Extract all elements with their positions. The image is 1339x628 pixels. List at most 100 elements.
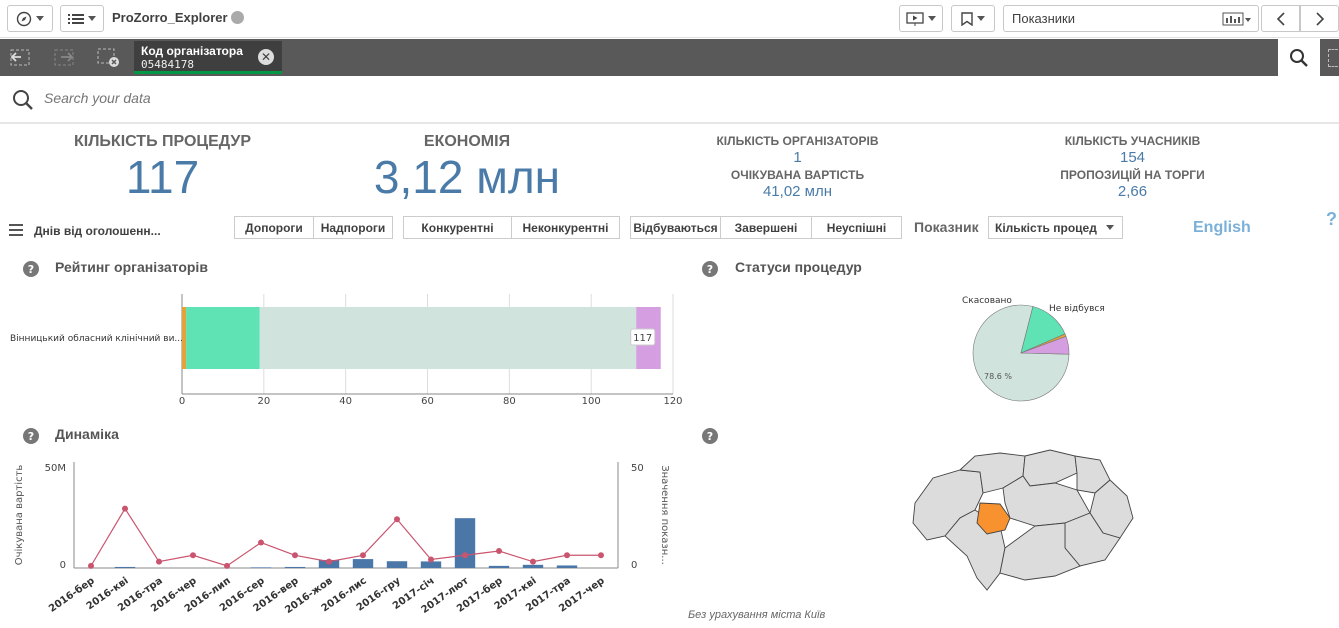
rating-x-tick-label: 0: [179, 396, 185, 407]
dyn-bar[interactable]: [352, 559, 374, 568]
dyn-line-point[interactable]: [496, 548, 502, 555]
kpi-expected-value: 41,02 млн: [762, 183, 833, 200]
next-sheet-button[interactable]: [1300, 5, 1339, 32]
language-switch-link[interactable]: English: [1193, 219, 1251, 237]
dyn-bar[interactable]: [556, 565, 578, 568]
map-regions: [912, 449, 1134, 591]
dyn-line-point[interactable]: [156, 558, 162, 565]
indicator-dropdown[interactable]: Кількість процед: [988, 216, 1123, 239]
more-selections-edge: [1328, 49, 1338, 67]
dyn-bar[interactable]: [284, 566, 306, 568]
dyn-line-point[interactable]: [122, 505, 128, 512]
ukraine-region-map[interactable]: [905, 448, 1140, 603]
dyn-line-point[interactable]: [88, 562, 94, 569]
rating-x-tick-label: 100: [582, 396, 601, 407]
help-icon[interactable]: ?: [23, 261, 39, 277]
rating-x-tick-label: 120: [663, 396, 682, 407]
rating-x-tick-label: 40: [339, 396, 352, 407]
dyn-bar[interactable]: [488, 565, 510, 568]
sheet-name: Показники: [1012, 11, 1075, 26]
filter-unsuccessful[interactable]: Неуспішні: [811, 216, 902, 239]
navigation-button[interactable]: [7, 5, 53, 32]
more-icon: [230, 11, 244, 24]
help-link[interactable]: ?: [1326, 209, 1337, 230]
list-icon: [68, 13, 84, 24]
pie-data-label: 78.6 %: [984, 372, 1012, 381]
kpi-organizers-value: 1: [793, 149, 802, 166]
help-icon[interactable]: ?: [702, 428, 718, 444]
dyn-bar[interactable]: [114, 566, 136, 568]
redo-selection-icon: [54, 49, 74, 66]
chevron-left-icon: [1276, 11, 1285, 26]
toolbar: ProZorro_Explorer Показники: [0, 0, 1339, 38]
dynamics-combo-chart[interactable]: 50M 0 50 0 Очікувана вартість Значення показн…: [0, 450, 690, 628]
selection-field-value: 05484178: [141, 58, 194, 71]
filter-completed[interactable]: Завершені: [720, 216, 812, 239]
kpi-organizers-title: КІЛЬКІСТЬ ОРГАНІЗАТОРІВ: [716, 134, 879, 148]
clear-selections-icon: [97, 48, 119, 67]
dyn-line-point[interactable]: [224, 562, 230, 569]
previous-sheet-button[interactable]: [1261, 5, 1300, 32]
step-forward-button[interactable]: [51, 45, 77, 69]
kpi-expected-title: ОЧІКУВАНА ВАРТІСТЬ: [730, 168, 865, 182]
organizers-rating-chart[interactable]: 0 20 40 60 80 100 120 Вінницький обласний кліні…: [0, 282, 690, 412]
days-filter[interactable]: Днів від оголошенн...: [34, 224, 161, 238]
dyn-bar[interactable]: [454, 518, 476, 568]
selections-bar: Код організатора 05484178 ✕: [0, 39, 1339, 76]
kpi-procedures-title: КІЛЬКІСТЬ ПРОЦЕДУР: [73, 133, 251, 150]
dyn-line-point[interactable]: [360, 552, 366, 559]
dyn-bar[interactable]: [250, 567, 272, 568]
dyn-bar[interactable]: [522, 564, 544, 568]
dyn-line-point[interactable]: [462, 552, 468, 559]
app-title[interactable]: ProZorro_Explorer: [112, 10, 244, 25]
dyn-y-tick-label: 0: [60, 560, 66, 571]
rating-total-label: 117: [633, 333, 652, 344]
rating-panel-title: Рейтинг організаторів: [55, 259, 208, 275]
dyn-line-point[interactable]: [292, 552, 298, 559]
filter-ongoing[interactable]: Відбуваються: [630, 216, 721, 239]
rating-bar-segment-2[interactable]: [259, 307, 637, 369]
dyn-bar[interactable]: [386, 561, 408, 568]
filter-noncompetitive[interactable]: Неконкурентні: [511, 216, 620, 239]
filter-below-threshold[interactable]: Допороги: [234, 216, 314, 239]
dynamics-panel-title: Динаміка: [55, 426, 119, 442]
rating-bar-segment-1[interactable]: [186, 307, 260, 369]
dyn-line-point[interactable]: [530, 558, 536, 565]
dyn-line-point[interactable]: [428, 556, 434, 563]
map-note: Без урахування міста Київ: [688, 609, 826, 621]
status-panel-title: Статуси процедур: [735, 259, 862, 275]
dyn-line-point[interactable]: [394, 516, 400, 523]
dyn-line-point[interactable]: [326, 558, 332, 565]
kpi-participants-value: 154: [1119, 149, 1146, 166]
bookmarks-button[interactable]: [951, 5, 995, 32]
sheet-selector[interactable]: Показники: [1003, 5, 1259, 32]
dyn-line-point[interactable]: [190, 552, 196, 559]
kpi-procedures-value: 117: [125, 151, 200, 203]
close-icon[interactable]: ✕: [258, 49, 274, 65]
search-icon: [13, 90, 33, 110]
step-back-button[interactable]: [7, 45, 33, 69]
search-input[interactable]: [44, 90, 644, 106]
selection-field-name: Код організатора: [141, 44, 243, 58]
dyn-y2-axis-title: Значення показн...: [659, 465, 670, 565]
help-icon[interactable]: ?: [702, 261, 718, 277]
dyn-line-point[interactable]: [598, 552, 604, 559]
storytelling-button[interactable]: [899, 5, 943, 32]
help-icon[interactable]: ?: [23, 428, 39, 444]
selection-chip[interactable]: Код організатора 05484178 ✕: [134, 41, 282, 74]
dyn-line-point[interactable]: [258, 539, 264, 546]
pie-legend-label-cancelled: Скасовано: [962, 296, 1012, 306]
hamburger-menu-icon[interactable]: [9, 224, 23, 236]
dyn-line-point[interactable]: [564, 552, 570, 559]
filter-above-threshold[interactable]: Надпороги: [313, 216, 393, 239]
list-menu-button[interactable]: [60, 5, 104, 32]
kpi-savings-value: 3,12 млн: [373, 151, 561, 203]
search-toggle-button[interactable]: [1278, 39, 1320, 76]
rating-bar-segment-0[interactable]: [182, 307, 187, 369]
procedure-status-pie[interactable]: 78.6 % Скасовано Не відбувся: [930, 285, 1130, 410]
kpi-participants-title: КІЛЬКІСТЬ УЧАСНИКІВ: [1064, 134, 1201, 148]
filter-competitive[interactable]: Конкурентні: [403, 216, 512, 239]
clear-all-selections-button[interactable]: [95, 45, 121, 69]
kpi-savings-title: ЕКОНОМІЯ: [423, 133, 511, 150]
dyn-y2-tick-label: 50: [631, 463, 644, 474]
